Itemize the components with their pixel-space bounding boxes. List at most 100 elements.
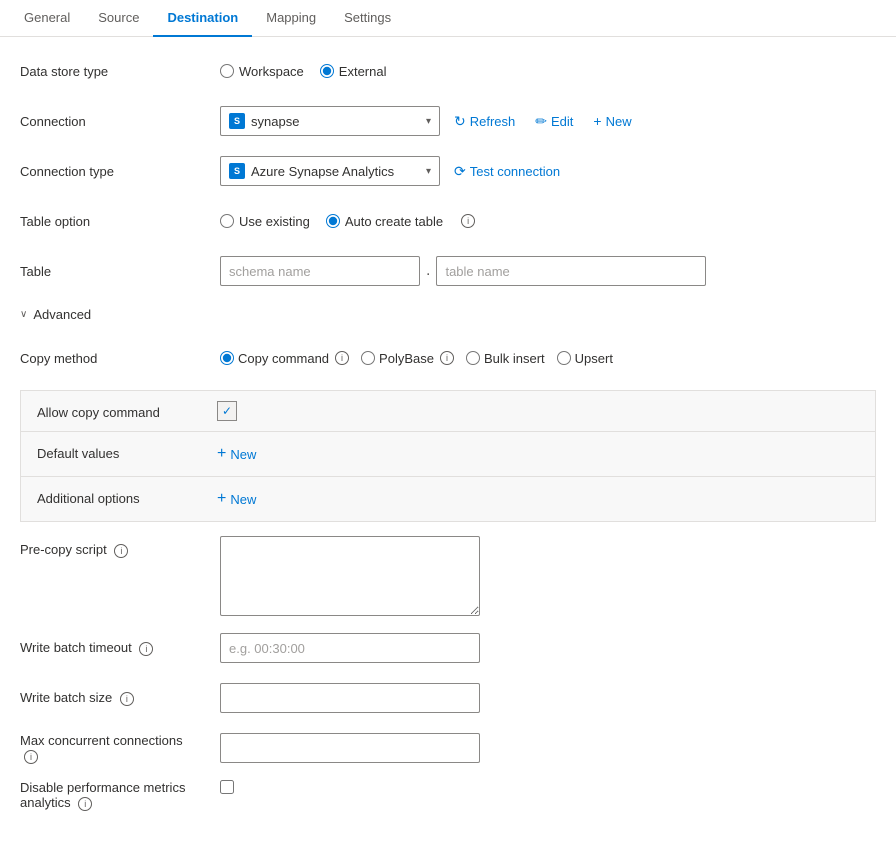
- refresh-label: Refresh: [470, 114, 516, 129]
- additional-options-new-button[interactable]: + New: [217, 487, 256, 511]
- test-connection-icon: ⟳: [454, 163, 466, 180]
- radio-external-label: External: [339, 64, 387, 79]
- tab-source[interactable]: Source: [84, 0, 153, 37]
- tab-settings[interactable]: Settings: [330, 0, 405, 37]
- copy-method-radio-group: Copy command i PolyBase i Bulk insert Up…: [220, 351, 613, 366]
- table-name-input[interactable]: [436, 256, 706, 286]
- test-connection-button[interactable]: ⟳ Test connection: [448, 159, 566, 184]
- radio-bulk-insert-input[interactable]: [466, 351, 480, 365]
- default-values-new-label: New: [230, 447, 256, 462]
- allow-copy-command-label: Allow copy command: [37, 401, 217, 420]
- connection-type-label: Connection type: [20, 164, 220, 179]
- allow-copy-command-control: ✓: [217, 401, 859, 421]
- default-values-label: Default values: [37, 442, 217, 461]
- max-concurrent-connections-row: Max concurrent connections i: [20, 730, 876, 766]
- table-option-row: Table option Use existing Auto create ta…: [20, 203, 876, 239]
- write-batch-timeout-label: Write batch timeout i: [20, 640, 220, 656]
- connection-select[interactable]: synapse: [251, 114, 422, 129]
- radio-external[interactable]: External: [320, 64, 387, 79]
- tab-destination[interactable]: Destination: [153, 0, 252, 37]
- table-option-info-icon: i: [461, 214, 475, 228]
- default-values-plus-icon: +: [217, 446, 226, 462]
- write-batch-size-controls: [220, 683, 876, 713]
- connection-dropdown-arrow: ▾: [426, 116, 431, 127]
- disable-performance-metrics-label: Disable performance metrics analytics i: [20, 780, 220, 811]
- data-store-type-label: Data store type: [20, 64, 220, 79]
- table-option-label: Table option: [20, 214, 220, 229]
- connection-type-select[interactable]: Azure Synapse Analytics: [251, 164, 422, 179]
- max-concurrent-connections-input[interactable]: [220, 733, 480, 763]
- radio-upsert[interactable]: Upsert: [557, 351, 613, 366]
- copy-method-label: Copy method: [20, 351, 220, 366]
- disable-performance-metrics-info-icon: i: [78, 797, 92, 811]
- radio-auto-create-input[interactable]: [326, 214, 340, 228]
- connection-type-controls: S Azure Synapse Analytics ▾ ⟳ Test conne…: [220, 156, 876, 186]
- main-content: Data store type Workspace External Conne…: [0, 37, 896, 846]
- radio-workspace-input[interactable]: [220, 64, 234, 78]
- write-batch-size-input[interactable]: [220, 683, 480, 713]
- disable-performance-metrics-controls: [220, 780, 876, 794]
- table-label: Table: [20, 264, 220, 279]
- advanced-toggle[interactable]: ∨ Advanced: [20, 303, 876, 326]
- radio-use-existing[interactable]: Use existing: [220, 214, 310, 229]
- table-inputs-group: .: [220, 256, 706, 286]
- connection-type-dropdown[interactable]: S Azure Synapse Analytics ▾: [220, 156, 440, 186]
- radio-polybase-label: PolyBase: [379, 351, 434, 366]
- edit-icon: ✏: [535, 113, 547, 130]
- write-batch-timeout-info-icon: i: [139, 642, 153, 656]
- radio-upsert-label: Upsert: [575, 351, 613, 366]
- tab-bar: General Source Destination Mapping Setti…: [0, 0, 896, 37]
- radio-copy-command-input[interactable]: [220, 351, 234, 365]
- advanced-panel: Allow copy command ✓ Default values + Ne…: [20, 390, 876, 522]
- additional-options-control: + New: [217, 487, 859, 511]
- radio-polybase-input[interactable]: [361, 351, 375, 365]
- radio-workspace-label: Workspace: [239, 64, 304, 79]
- pre-copy-script-label: Pre-copy script i: [20, 536, 220, 558]
- additional-options-row: Additional options + New: [21, 477, 875, 521]
- table-option-controls: Use existing Auto create table i: [220, 214, 876, 229]
- refresh-icon: ↻: [454, 113, 466, 130]
- table-separator: .: [426, 262, 430, 280]
- connection-label: Connection: [20, 114, 220, 129]
- new-connection-button[interactable]: + New: [587, 109, 637, 133]
- radio-use-existing-label: Use existing: [239, 214, 310, 229]
- write-batch-timeout-row: Write batch timeout i: [20, 630, 876, 666]
- edit-label: Edit: [551, 114, 573, 129]
- radio-external-input[interactable]: [320, 64, 334, 78]
- additional-options-new-label: New: [230, 492, 256, 507]
- radio-copy-command[interactable]: Copy command i: [220, 351, 349, 366]
- allow-copy-command-checkmark[interactable]: ✓: [217, 401, 237, 421]
- pre-copy-script-info-icon: i: [114, 544, 128, 558]
- write-batch-timeout-input[interactable]: [220, 633, 480, 663]
- default-values-control: + New: [217, 442, 859, 466]
- disable-performance-metrics-row: Disable performance metrics analytics i: [20, 780, 876, 816]
- pre-copy-script-input[interactable]: [220, 536, 480, 616]
- radio-auto-create[interactable]: Auto create table: [326, 214, 443, 229]
- radio-auto-create-label: Auto create table: [345, 214, 443, 229]
- copy-method-row: Copy method Copy command i PolyBase i Bu…: [20, 340, 876, 376]
- default-values-new-button[interactable]: + New: [217, 442, 256, 466]
- radio-bulk-insert[interactable]: Bulk insert: [466, 351, 545, 366]
- schema-name-input[interactable]: [220, 256, 420, 286]
- radio-use-existing-input[interactable]: [220, 214, 234, 228]
- edit-button[interactable]: ✏ Edit: [529, 109, 579, 134]
- disable-performance-metrics-checkbox[interactable]: [220, 780, 234, 794]
- write-batch-timeout-controls: [220, 633, 876, 663]
- connection-type-arrow: ▾: [426, 166, 431, 177]
- radio-upsert-input[interactable]: [557, 351, 571, 365]
- radio-workspace[interactable]: Workspace: [220, 64, 304, 79]
- refresh-button[interactable]: ↻ Refresh: [448, 109, 521, 134]
- tab-general[interactable]: General: [10, 0, 84, 37]
- max-concurrent-connections-info-icon: i: [24, 750, 38, 764]
- polybase-info-icon: i: [440, 351, 454, 365]
- connection-dropdown[interactable]: S synapse ▾: [220, 106, 440, 136]
- pre-copy-script-controls: [220, 536, 876, 616]
- tab-mapping[interactable]: Mapping: [252, 0, 330, 37]
- data-store-type-controls: Workspace External: [220, 64, 876, 79]
- table-option-radio-group: Use existing Auto create table i: [220, 214, 475, 229]
- additional-options-label: Additional options: [37, 487, 217, 506]
- new-connection-label: New: [606, 114, 632, 129]
- table-row: Table .: [20, 253, 876, 289]
- default-values-row: Default values + New: [21, 432, 875, 477]
- radio-polybase[interactable]: PolyBase i: [361, 351, 454, 366]
